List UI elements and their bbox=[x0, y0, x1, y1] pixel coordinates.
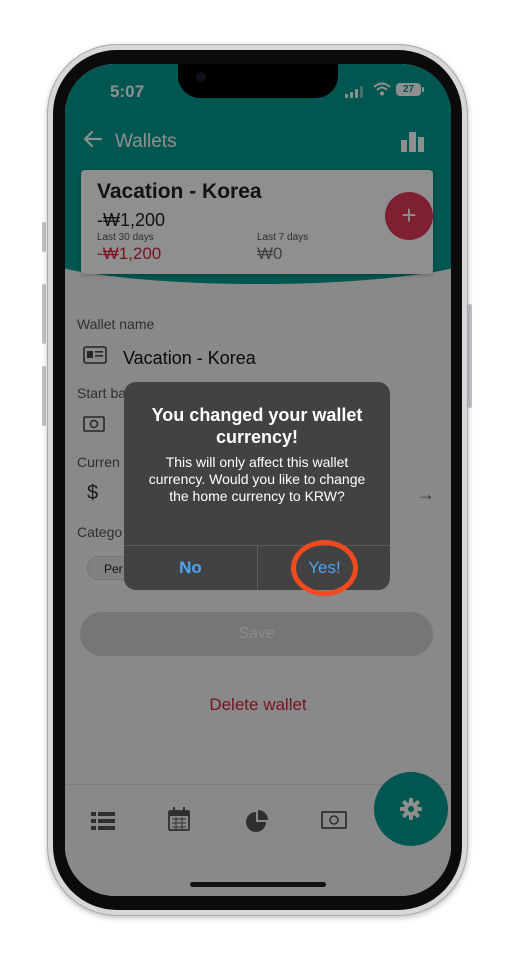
mute-switch bbox=[42, 222, 46, 252]
dialog-message: This will only affect this wallet curren… bbox=[148, 454, 366, 504]
power-button bbox=[468, 304, 472, 408]
home-indicator bbox=[190, 882, 326, 887]
volume-down-button bbox=[42, 366, 46, 426]
volume-up-button bbox=[42, 284, 46, 344]
no-button[interactable]: No bbox=[124, 546, 257, 590]
dialog-title: You changed your wallet currency! bbox=[151, 405, 363, 447]
yes-button-highlight bbox=[291, 540, 358, 596]
app-screen: 5:07 27 Wallets Vacation - Korea -₩1,200… bbox=[65, 64, 451, 896]
